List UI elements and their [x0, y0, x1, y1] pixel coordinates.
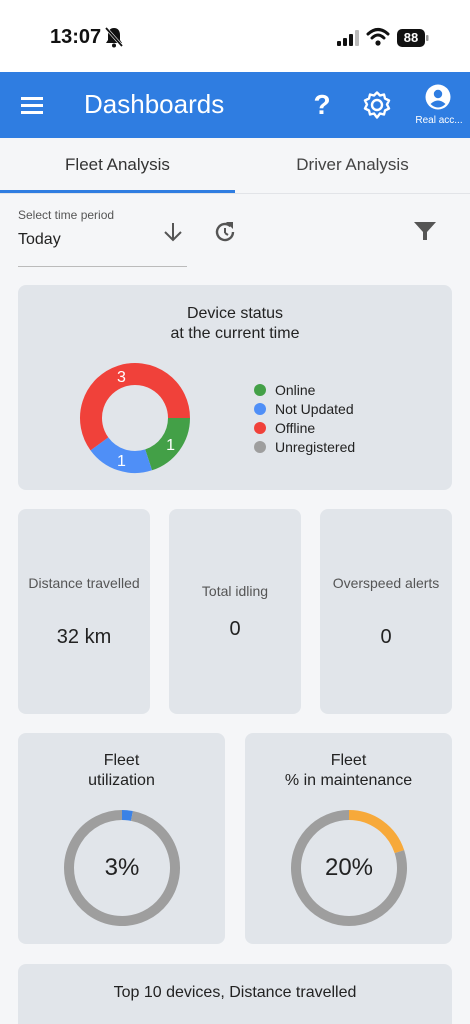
- fleet-utilization-title: Fleet utilization: [18, 751, 225, 791]
- filter-icon[interactable]: [413, 220, 437, 242]
- refresh-icon[interactable]: [212, 219, 238, 245]
- device-slice-label-online: 1: [166, 437, 175, 454]
- wifi-icon: [366, 28, 390, 46]
- settings-icon[interactable]: [363, 91, 391, 119]
- device-status-title: Device status: [186, 305, 284, 322]
- status-bar: 13:07 88: [0, 0, 470, 72]
- fleet-utilization-value: 3%: [104, 854, 140, 881]
- legend-dot: [254, 422, 266, 434]
- legend-dot: [254, 384, 266, 396]
- signal-icon: [337, 30, 359, 46]
- legend-label: Online: [275, 382, 316, 398]
- time-period-label: Select time period: [18, 208, 115, 222]
- help-icon[interactable]: ?: [308, 88, 336, 122]
- fleet-maintenance-title: Fleet % in maintenance: [245, 751, 452, 791]
- legend-label: Not Updated: [275, 401, 354, 417]
- menu-icon[interactable]: [20, 94, 46, 116]
- page-title: Dashboards: [84, 89, 225, 119]
- status-time: 13:07: [50, 26, 102, 48]
- tab-driver-analysis[interactable]: Driver Analysis: [235, 138, 470, 194]
- overspeed-alerts-card[interactable]: Overspeed alerts 0: [320, 509, 452, 714]
- fleet-utilization-title-line1: Fleet: [103, 752, 140, 769]
- device-status-card: Device status at the current time 1 1 3 On…: [18, 285, 452, 490]
- overspeed-alerts-label: Overspeed alerts: [332, 575, 440, 591]
- tab-divider: [0, 193, 470, 194]
- device-status-subtitle: at the current time: [170, 325, 300, 342]
- top10-devices-card[interactable]: Top 10 devices, Distance travelled: [18, 964, 452, 1024]
- distance-travelled-label: Distance travelled: [28, 575, 140, 591]
- tab-fleet-analysis[interactable]: Fleet Analysis: [0, 138, 235, 194]
- account-label[interactable]: Real acc...: [410, 115, 468, 126]
- device-slice-label-not-updated: 1: [117, 453, 126, 470]
- distance-travelled-card[interactable]: Distance travelled 32 km: [18, 509, 150, 714]
- total-idling-label: Total idling: [201, 583, 269, 599]
- fleet-maintenance-value: 20%: [324, 854, 374, 881]
- fleet-utilization-title-line2: utilization: [88, 772, 155, 789]
- battery-level: 88: [403, 30, 419, 45]
- device-status-donut-chart: 1 1 3: [80, 363, 190, 473]
- time-period-select[interactable]: Today: [18, 231, 61, 249]
- bell-slash-icon: [104, 27, 124, 48]
- total-idling-value: 0: [229, 618, 241, 640]
- legend-dot: [254, 441, 266, 453]
- app-bar: Dashboards ? Real acc...: [0, 72, 470, 138]
- account-icon[interactable]: [425, 84, 451, 110]
- distance-travelled-value: 32 km: [56, 626, 112, 648]
- legend-label: Offline: [275, 420, 316, 436]
- overspeed-alerts-value: 0: [380, 626, 392, 648]
- total-idling-card[interactable]: Total idling 0: [169, 509, 301, 714]
- arrow-down-icon[interactable]: [162, 220, 184, 244]
- fleet-maintenance-title-line2: % in maintenance: [284, 772, 413, 789]
- fleet-maintenance-card[interactable]: Fleet % in maintenance 20%: [245, 733, 452, 944]
- fleet-utilization-card[interactable]: Fleet utilization 3%: [18, 733, 225, 944]
- device-slice-label-offline: 3: [117, 369, 126, 386]
- time-period-underline: [18, 266, 187, 267]
- legend-dot: [254, 403, 266, 415]
- fleet-maintenance-title-line1: Fleet: [330, 752, 367, 769]
- top10-devices-title: Top 10 devices, Distance travelled: [113, 984, 357, 1001]
- legend-label: Unregistered: [275, 439, 356, 455]
- tab-bar: Fleet Analysis Driver Analysis: [0, 138, 470, 194]
